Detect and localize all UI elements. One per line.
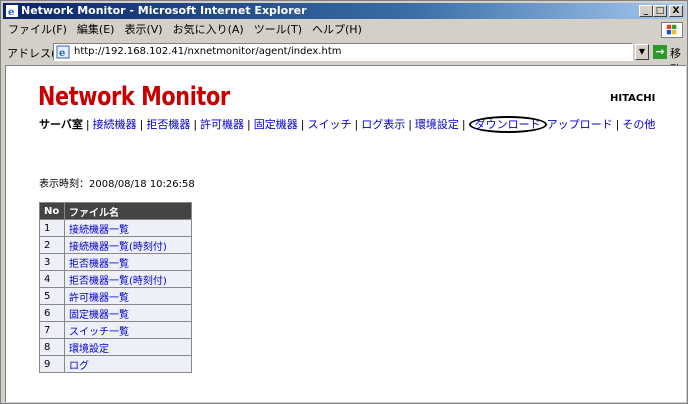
file-link[interactable]: 拒否機器一覧 (69, 259, 129, 270)
hitachi-brand: HITACHI (610, 93, 656, 104)
nav-link-settings[interactable]: 環境設定 (415, 118, 459, 131)
table-row: 1 接続機器一覧 (39, 219, 192, 237)
table-row: 8 環境設定 (39, 338, 192, 356)
nav-link-rejected-devices[interactable]: 拒否機器 (146, 118, 190, 131)
table-row: 2 接続機器一覧(時刻付) (39, 236, 192, 254)
go-arrow-icon: → (653, 45, 667, 59)
menu-file[interactable]: ファイル(F) (3, 21, 72, 39)
menu-bar: ファイル(F) 編集(E) 表示(V) お気に入り(A) ツール(T) ヘルプ(H) (3, 21, 685, 39)
row-number: 2 (39, 236, 65, 254)
column-header-filename: ファイル名 (64, 202, 192, 220)
nav-link-upload[interactable]: アップロード (547, 118, 613, 131)
row-number: 4 (39, 270, 65, 288)
table-row: 6 固定機器一覧 (39, 304, 192, 322)
nav-link-allowed-devices[interactable]: 許可機器 (200, 118, 244, 131)
menu-favorites[interactable]: お気に入り(A) (168, 21, 249, 39)
file-link[interactable]: 拒否機器一覧(時刻付) (69, 276, 167, 287)
row-number: 3 (39, 253, 65, 271)
nav-bar: サーバ室 | 接続機器 | 拒否機器 | 許可機器 | 固定機器 | スイッチ | ログ表示 | 環境設定 |… (39, 116, 656, 133)
nav-link-log-view[interactable]: ログ表示 (361, 118, 405, 131)
browser-window: e Network Monitor - Microsoft Internet E… (0, 0, 688, 404)
address-dropdown-button[interactable]: ▼ (635, 44, 649, 60)
file-link[interactable]: 環境設定 (69, 344, 109, 355)
file-link[interactable]: 許可機器一覧 (69, 293, 129, 304)
file-table: No ファイル名 1 接続機器一覧 2 接続機器一覧(時刻付) 3 拒否機器一覧 4拒… (39, 202, 192, 373)
table-row: 3 拒否機器一覧 (39, 253, 192, 271)
window-title: Network Monitor - Microsoft Internet Exp… (21, 4, 307, 17)
nav-current-server-room: サーバ室 (39, 118, 83, 131)
network-monitor-logo: Network Monitor (38, 82, 230, 112)
nav-link-download[interactable]: ダウンロード (468, 116, 547, 133)
row-number: 6 (39, 304, 65, 322)
close-button[interactable]: X (669, 5, 683, 17)
svg-text:e: e (59, 48, 65, 59)
menu-help[interactable]: ヘルプ(H) (307, 21, 367, 39)
row-number: 1 (39, 219, 65, 237)
svg-text:e: e (8, 7, 14, 17)
url-text: http://192.168.102.41/nxnetmonitor/agent… (74, 46, 342, 57)
menu-view[interactable]: 表示(V) (119, 21, 167, 39)
file-link[interactable]: 接続機器一覧 (69, 225, 129, 236)
page-icon: e (56, 45, 70, 59)
address-input[interactable]: e http://192.168.102.41/nxnetmonitor/age… (53, 43, 633, 61)
maximize-button[interactable]: □ (653, 5, 667, 17)
row-number: 5 (39, 287, 65, 305)
table-row: 5 許可機器一覧 (39, 287, 192, 305)
nav-link-switch[interactable]: スイッチ (307, 118, 351, 131)
page-content: Network Monitor HITACHI サーバ室 | 接続機器 | 拒否機器 | 許… (5, 65, 686, 402)
file-link[interactable]: 固定機器一覧 (69, 310, 129, 321)
ie-icon: e (6, 5, 18, 17)
nav-link-other[interactable]: その他 (622, 118, 655, 131)
table-row: 9 ログ (39, 355, 192, 373)
file-link[interactable]: スイッチ一覧 (69, 327, 129, 338)
row-number: 9 (39, 355, 65, 373)
row-number: 8 (39, 338, 65, 356)
file-link[interactable]: 接続機器一覧(時刻付) (69, 242, 167, 253)
table-header-row: No ファイル名 (39, 202, 192, 220)
column-header-no: No (39, 202, 65, 220)
nav-link-connected-devices[interactable]: 接続機器 (93, 118, 137, 131)
row-number: 7 (39, 321, 65, 339)
address-bar: アドレス(D) e http://192.168.102.41/nxnetmon… (3, 41, 685, 76)
nav-link-fixed-devices[interactable]: 固定機器 (254, 118, 298, 131)
minimize-button[interactable]: _ (639, 5, 653, 17)
table-row: 4 拒否機器一覧(時刻付) (39, 270, 192, 288)
menu-edit[interactable]: 編集(E) (72, 21, 120, 39)
windows-logo-icon (661, 22, 683, 38)
title-bar: e Network Monitor - Microsoft Internet E… (3, 3, 685, 19)
go-button[interactable]: → 移動 (653, 44, 683, 76)
table-row: 7 スイッチ一覧 (39, 321, 192, 339)
menu-tools[interactable]: ツール(T) (249, 21, 307, 39)
file-link[interactable]: ログ (69, 361, 89, 372)
display-timestamp: 表示時刻：2008/08/18 10:26:58 (39, 179, 195, 190)
